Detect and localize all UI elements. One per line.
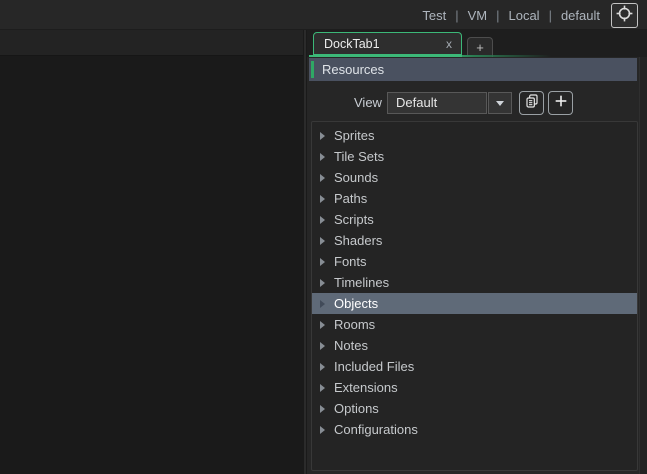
chevron-right-icon[interactable]	[320, 384, 325, 392]
tree-row[interactable]: Paths	[312, 188, 637, 209]
chevron-down-icon	[496, 101, 504, 106]
view-label: View	[354, 92, 382, 114]
tree-item-label: Notes	[334, 338, 368, 353]
plus-icon	[553, 93, 569, 114]
tree-item-label: Fonts	[334, 254, 367, 269]
chevron-right-icon[interactable]	[320, 153, 325, 161]
tree-row[interactable]: Notes	[312, 335, 637, 356]
target-runtime[interactable]: VM	[468, 8, 488, 23]
chevron-right-icon[interactable]	[320, 363, 325, 371]
tree-item-label: Options	[334, 401, 379, 416]
new-tab-button[interactable]: +	[467, 37, 493, 57]
tree-row[interactable]: Options	[312, 398, 637, 419]
left-dock-tabstrip	[0, 30, 303, 56]
tree-item-label: Rooms	[334, 317, 375, 332]
tree-row[interactable]: Sprites	[312, 125, 637, 146]
target-separator: |	[549, 8, 552, 23]
chevron-right-icon[interactable]	[320, 195, 325, 203]
duplicate-view-button[interactable]	[519, 91, 544, 115]
tree-row[interactable]: Shaders	[312, 230, 637, 251]
top-bar: Test | VM | Local | default	[0, 0, 647, 30]
target-selector: Test | VM | Local | default	[422, 0, 600, 30]
target-manager-button[interactable]	[611, 3, 638, 28]
tree-row[interactable]: Included Files	[312, 356, 637, 377]
add-view-button[interactable]	[548, 91, 573, 115]
tree-row[interactable]: Configurations	[312, 419, 637, 440]
tree-item-label: Tile Sets	[334, 149, 384, 164]
tree-row[interactable]: Rooms	[312, 314, 637, 335]
workspace-canvas	[0, 56, 303, 474]
tree-row[interactable]: Timelines	[312, 272, 637, 293]
tree-row[interactable]: Objects	[312, 293, 637, 314]
chevron-right-icon[interactable]	[320, 300, 325, 308]
target-separator: |	[455, 8, 458, 23]
target-device[interactable]: default	[561, 8, 600, 23]
tree-item-label: Included Files	[334, 359, 414, 374]
chevron-right-icon[interactable]	[320, 174, 325, 182]
panel-accent-bar	[311, 61, 314, 78]
dock-tabstrip: DockTab1 x +	[307, 30, 647, 57]
panel-header[interactable]: Resources	[309, 58, 637, 81]
tree-row[interactable]: Fonts	[312, 251, 637, 272]
chevron-right-icon[interactable]	[320, 279, 325, 287]
chevron-right-icon[interactable]	[320, 321, 325, 329]
tree-item-label: Scripts	[334, 212, 374, 227]
view-dropdown-value[interactable]: Default	[387, 92, 487, 114]
tree-item-label: Shaders	[334, 233, 382, 248]
resources-dock: DockTab1 x + Resources View Default	[307, 30, 647, 474]
tree-item-label: Extensions	[334, 380, 398, 395]
copy-icon	[524, 93, 540, 114]
resource-tree: Sprites Tile Sets Sounds Paths Scripts S…	[311, 121, 638, 471]
tree-row[interactable]: Extensions	[312, 377, 637, 398]
dock-tab[interactable]: DockTab1 x	[313, 32, 462, 57]
crosshair-target-icon	[615, 4, 634, 28]
tree-item-label: Paths	[334, 191, 367, 206]
app-window: Test | VM | Local | default	[0, 0, 647, 474]
dropdown-arrow-button[interactable]	[488, 92, 512, 114]
tree-item-label: Configurations	[334, 422, 418, 437]
dock-right-gutter	[639, 57, 647, 474]
view-dropdown[interactable]: Default	[387, 92, 512, 114]
tree-row[interactable]: Tile Sets	[312, 146, 637, 167]
chevron-right-icon[interactable]	[320, 405, 325, 413]
tree-row[interactable]: Sounds	[312, 167, 637, 188]
chevron-right-icon[interactable]	[320, 216, 325, 224]
chevron-right-icon[interactable]	[320, 258, 325, 266]
tree-row[interactable]: Scripts	[312, 209, 637, 230]
chevron-right-icon[interactable]	[320, 426, 325, 434]
chevron-right-icon[interactable]	[320, 132, 325, 140]
tab-close-icon[interactable]: x	[446, 37, 461, 51]
tree-item-label: Objects	[334, 296, 378, 311]
target-platform[interactable]: Local	[508, 8, 539, 23]
tree-item-label: Sounds	[334, 170, 378, 185]
chevron-right-icon[interactable]	[320, 237, 325, 245]
target-separator: |	[496, 8, 499, 23]
chevron-right-icon[interactable]	[320, 342, 325, 350]
panel-title: Resources	[322, 62, 384, 77]
tree-item-label: Timelines	[334, 275, 389, 290]
tree-item-label: Sprites	[334, 128, 374, 143]
dock-tab-label: DockTab1	[314, 37, 446, 51]
target-config[interactable]: Test	[422, 8, 446, 23]
